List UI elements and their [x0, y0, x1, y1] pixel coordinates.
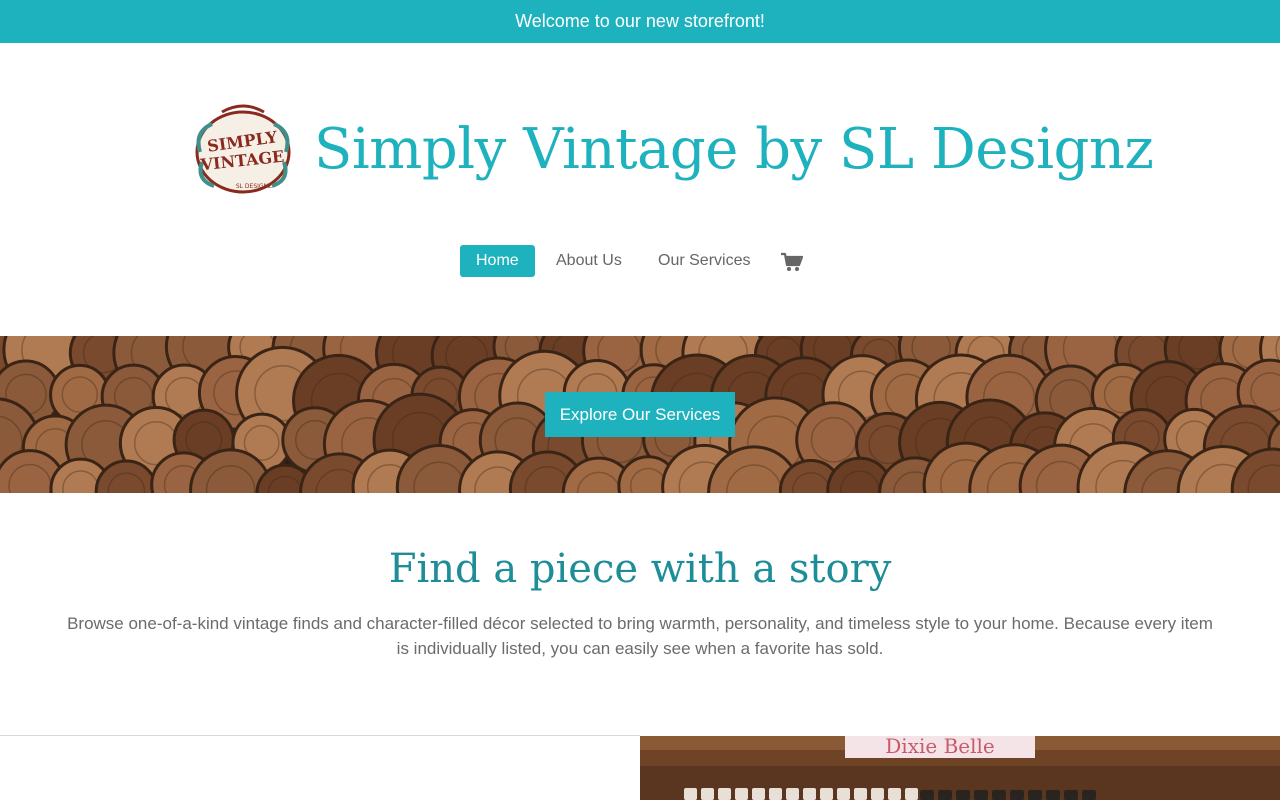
svg-text:SL DESIGNZ: SL DESIGNZ — [236, 183, 272, 190]
nav-item-our-services[interactable]: Our Services — [642, 245, 766, 277]
explore-services-button[interactable]: Explore Our Services — [545, 392, 735, 437]
nav-item-home[interactable]: Home — [460, 245, 535, 277]
hero-banner: Explore Our Services — [0, 336, 1280, 493]
cart-button[interactable] — [780, 251, 804, 273]
announcement-bar: Welcome to our new storefront! — [0, 0, 1280, 43]
site-logo[interactable]: SIMPLY VINTAGE SL DESIGNZ — [192, 102, 294, 198]
section-divider — [0, 735, 640, 736]
site-header: SIMPLY VINTAGE SL DESIGNZ Simply Vintage… — [0, 100, 1280, 200]
logo-icon: SIMPLY VINTAGE SL DESIGNZ — [195, 104, 291, 194]
site-title[interactable]: Simply Vintage by SL Designz — [314, 115, 1154, 185]
story-text: Browse one-of-a-kind vintage finds and c… — [67, 614, 1213, 658]
shop-photo: Dixie Belle — [640, 736, 1280, 800]
story-heading: Find a piece with a story — [388, 546, 892, 592]
cart-icon — [781, 252, 804, 271]
shop-sign: Dixie Belle — [845, 736, 1035, 758]
announcement-text: Welcome to our new storefront! — [515, 11, 765, 31]
main-nav: Home About Us Our Services — [0, 245, 1280, 277]
nav-item-about-us[interactable]: About Us — [540, 245, 638, 277]
